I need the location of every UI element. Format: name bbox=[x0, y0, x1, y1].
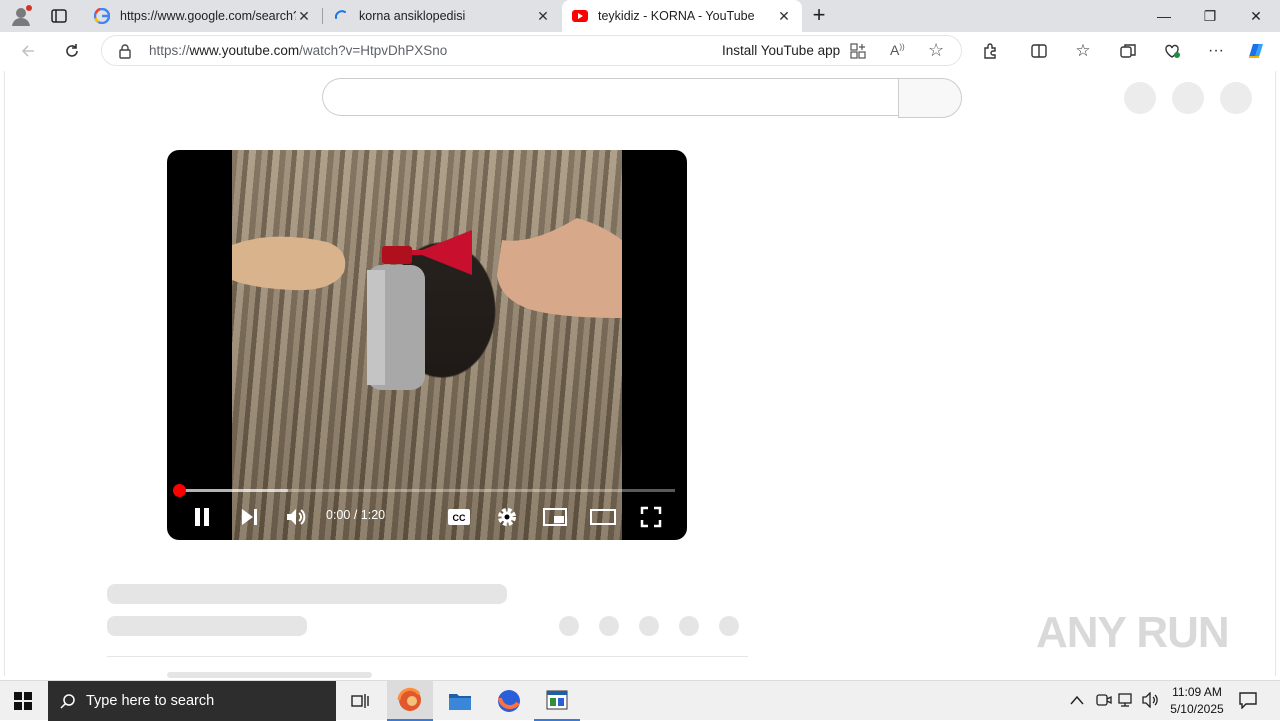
settings-gear-icon[interactable] bbox=[492, 502, 522, 532]
taskbar-search-placeholder: Type here to search bbox=[86, 693, 215, 709]
file-explorer-icon[interactable] bbox=[437, 681, 483, 721]
action-skeleton bbox=[639, 616, 659, 636]
pause-button[interactable] bbox=[187, 502, 217, 532]
progress-bar[interactable] bbox=[173, 484, 675, 497]
placeholder-icon[interactable] bbox=[1124, 82, 1156, 114]
action-skeleton bbox=[719, 616, 739, 636]
browser-essentials-icon[interactable] bbox=[1160, 39, 1184, 63]
tab-actions-icon[interactable] bbox=[50, 7, 70, 25]
refresh-icon[interactable] bbox=[60, 39, 84, 63]
video-player[interactable]: 0:00 / 1:20 CC bbox=[167, 150, 687, 540]
tab-title: korna ansiklopedisi bbox=[359, 9, 466, 23]
install-app-label[interactable]: Install YouTube app bbox=[722, 43, 840, 58]
tab-title: https://www.google.com/search?q bbox=[120, 9, 296, 23]
divider bbox=[107, 656, 748, 657]
tab-korna-ansiklopedisi[interactable]: korna ansiklopedisi ✕ bbox=[323, 0, 561, 32]
video-content-image bbox=[232, 218, 622, 390]
theater-mode-button[interactable] bbox=[588, 502, 618, 532]
google-icon bbox=[94, 8, 110, 24]
close-tab-icon[interactable]: ✕ bbox=[296, 8, 312, 25]
video-frame[interactable] bbox=[232, 150, 622, 540]
taskbar: Type here to search 11:09 AM 5/10/2025 bbox=[0, 680, 1280, 721]
channel-skeleton bbox=[107, 616, 307, 636]
firefox-icon[interactable] bbox=[486, 681, 532, 721]
loading-icon bbox=[333, 8, 349, 24]
url-domain: www.youtube.com bbox=[189, 43, 300, 58]
anyrun-watermark: ANY RUN bbox=[1036, 608, 1230, 657]
current-time: 0:00 bbox=[326, 508, 351, 522]
split-screen-icon[interactable] bbox=[1027, 39, 1051, 63]
tab-title: teykidiz - KORNA - YouTube bbox=[598, 9, 755, 23]
close-tab-icon[interactable]: ✕ bbox=[776, 8, 792, 25]
next-video-button[interactable] bbox=[234, 502, 264, 532]
url-scheme: https:// bbox=[149, 43, 190, 58]
action-skeleton bbox=[599, 616, 619, 636]
search-input[interactable] bbox=[322, 78, 899, 116]
back-icon[interactable] bbox=[16, 39, 40, 63]
clock-time: 11:09 AM bbox=[1172, 685, 1222, 699]
search-icon bbox=[60, 693, 76, 709]
lock-icon[interactable] bbox=[118, 43, 132, 62]
copilot-icon[interactable] bbox=[1244, 39, 1268, 63]
description-skeleton bbox=[167, 672, 372, 678]
more-options-icon[interactable]: ··· bbox=[1204, 39, 1228, 63]
close-tab-icon[interactable]: ✕ bbox=[535, 8, 551, 25]
meet-now-icon[interactable] bbox=[1096, 692, 1112, 711]
restore-button[interactable]: ❐ bbox=[1187, 0, 1233, 32]
network-icon[interactable] bbox=[1118, 692, 1136, 711]
browser-toolbar: https://www.youtube.com/watch?v=HtpvDhPX… bbox=[0, 32, 1280, 70]
profile-icon[interactable] bbox=[10, 5, 32, 27]
system-clock[interactable]: 11:09 AM 5/10/2025 bbox=[1162, 684, 1232, 718]
minimize-button[interactable]: — bbox=[1141, 0, 1187, 32]
edge-taskbar-icon[interactable] bbox=[387, 681, 433, 721]
task-view-icon[interactable] bbox=[337, 681, 383, 721]
time-display: 0:00 / 1:20 bbox=[326, 508, 385, 522]
read-aloud-icon[interactable]: A)) bbox=[890, 42, 905, 58]
action-skeleton bbox=[559, 616, 579, 636]
svg-text:CC: CC bbox=[453, 513, 466, 523]
app-window-icon[interactable] bbox=[534, 681, 580, 721]
close-window-button[interactable]: ✕ bbox=[1233, 0, 1279, 32]
address-bar[interactable]: https://www.youtube.com/watch?v=HtpvDhPX… bbox=[101, 35, 962, 66]
time-separator: / bbox=[350, 508, 361, 522]
notification-icon[interactable] bbox=[1238, 691, 1258, 712]
speaker-icon[interactable] bbox=[1142, 691, 1160, 711]
search-button[interactable] bbox=[898, 78, 962, 118]
avatar[interactable] bbox=[1220, 82, 1252, 114]
windows-start-icon[interactable] bbox=[0, 681, 46, 721]
fullscreen-button[interactable] bbox=[636, 502, 666, 532]
url-text[interactable]: https://www.youtube.com/watch?v=HtpvDhPX… bbox=[149, 43, 447, 58]
total-duration: 1:20 bbox=[360, 508, 386, 522]
favorites-icon[interactable]: ☆ bbox=[1071, 39, 1095, 63]
buffered-bar bbox=[179, 489, 289, 492]
title-skeleton bbox=[107, 584, 507, 604]
tab-google-search[interactable]: https://www.google.com/search?q ✕ bbox=[84, 0, 322, 32]
tab-youtube-korna[interactable]: teykidiz - KORNA - YouTube ✕ bbox=[562, 0, 802, 32]
scrubber-handle[interactable] bbox=[173, 484, 186, 497]
placeholder-icon[interactable] bbox=[1172, 82, 1204, 114]
youtube-icon bbox=[572, 8, 588, 24]
captions-button[interactable]: CC bbox=[444, 502, 474, 532]
collections-icon[interactable] bbox=[1116, 39, 1140, 63]
url-path: /watch?v=HtpvDhPXSno bbox=[299, 43, 448, 58]
clock-date: 5/10/2025 bbox=[1170, 702, 1224, 716]
miniplayer-button[interactable] bbox=[540, 502, 570, 532]
tab-strip: https://www.google.com/search?q ✕ korna … bbox=[0, 0, 1280, 32]
volume-icon[interactable] bbox=[281, 502, 311, 532]
new-tab-button[interactable]: + bbox=[808, 3, 830, 29]
extensions-icon[interactable] bbox=[979, 39, 1003, 63]
install-app-icon[interactable] bbox=[850, 43, 866, 62]
taskbar-search-box[interactable]: Type here to search bbox=[48, 681, 336, 721]
chevron-up-icon[interactable] bbox=[1070, 693, 1084, 708]
favorite-star-icon[interactable]: ☆ bbox=[928, 40, 944, 61]
action-skeleton bbox=[679, 616, 699, 636]
